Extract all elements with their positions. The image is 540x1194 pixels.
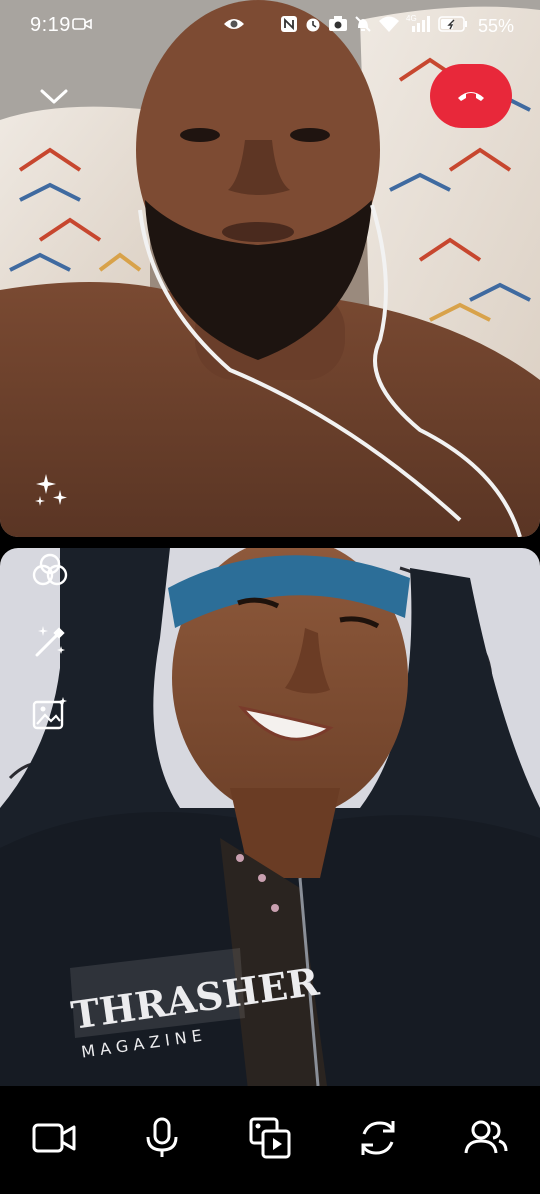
- video-recording-icon: [72, 16, 92, 37]
- participants-button[interactable]: [458, 1110, 514, 1166]
- toggle-mic-button[interactable]: [134, 1110, 190, 1166]
- collapse-button[interactable]: [34, 76, 74, 116]
- end-call-icon: [458, 92, 484, 101]
- color-filter-icon: [32, 553, 68, 586]
- nfc-icon: [280, 15, 298, 38]
- eye-icon: [222, 14, 246, 39]
- video-camera-icon: [32, 1123, 76, 1153]
- magic-wand-icon: [35, 626, 65, 657]
- magic-wand-button[interactable]: [28, 618, 72, 662]
- end-call-button[interactable]: [430, 64, 512, 128]
- status-bar: 9:19 4G 55%: [0, 0, 540, 52]
- flip-camera-icon: [361, 1121, 395, 1155]
- flip-camera-button[interactable]: [350, 1110, 406, 1166]
- local-video-tile[interactable]: THRASHER M A G A Z I N E: [0, 548, 540, 1086]
- effects-button[interactable]: [30, 468, 74, 512]
- status-time: 9:19: [30, 14, 71, 36]
- battery-icon: [438, 15, 468, 38]
- status-icons: 4G 55%: [280, 14, 514, 39]
- wifi-icon: [378, 15, 400, 38]
- battery-percent: 55%: [477, 16, 514, 36]
- microphone-icon: [146, 1117, 178, 1157]
- mute-icon: [354, 15, 372, 38]
- alarm-icon: [304, 15, 322, 38]
- sparkles-effects-icon: [35, 474, 67, 506]
- remote-video-tile[interactable]: [0, 0, 540, 537]
- participants-icon: [464, 1120, 508, 1154]
- background-image-button[interactable]: [28, 692, 72, 736]
- share-media-button[interactable]: [242, 1110, 298, 1166]
- camera-icon: [328, 15, 348, 38]
- local-video-feed: THRASHER M A G A Z I N E: [0, 548, 540, 1086]
- media-share-icon: [249, 1117, 291, 1159]
- image-background-icon: [32, 697, 67, 730]
- color-filter-button[interactable]: [28, 548, 72, 592]
- signal-icon: 4G: [406, 14, 432, 39]
- call-controls-bar: [0, 1086, 540, 1194]
- svg-text:4G: 4G: [406, 14, 417, 23]
- chevron-down-icon: [40, 89, 68, 104]
- toggle-video-button[interactable]: [26, 1110, 82, 1166]
